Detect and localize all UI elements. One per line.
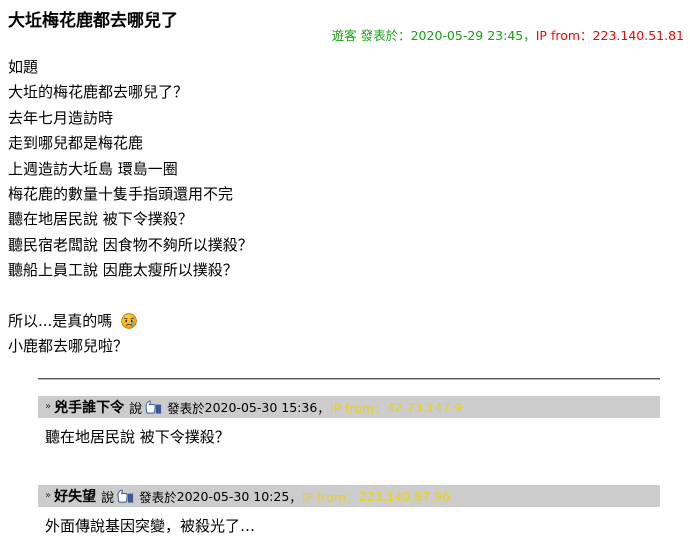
post-closing-text: 所以...是真的嗎 (8, 311, 113, 330)
post-meta-separator: ， (523, 28, 536, 43)
thumbs-up-icon[interactable] (117, 489, 134, 504)
post-line: 大坵的梅花鹿都去哪兒了？ (8, 83, 189, 102)
thumbs-up-icon[interactable] (145, 400, 162, 415)
comment-header: » 兇手誰下令 說 發表於 2020-05-30 15:36， IP from： 42… (38, 396, 660, 418)
comment-item: » 兇手誰下令 說 發表於 2020-05-30 15:36， IP from： 42… (38, 396, 660, 447)
comment-text: 外面傳說基因突變，被殺光了… (45, 517, 256, 535)
comment-item: » 好失望 說 發表於 2020-05-30 10:25， IP from： 223.… (38, 485, 660, 536)
comment-meta-separator: ， (317, 400, 330, 416)
comment-meta-separator: ， (289, 489, 302, 505)
post-line-spacer (8, 284, 668, 309)
post-ip-value: 223.140.51.81 (592, 28, 684, 43)
comment-say-label: 說 (101, 490, 115, 506)
post-line: 聽民宿老闆說 因食物不夠所以撲殺？ (8, 235, 253, 254)
post-line: 上週造訪大坵島 環島一圈 (8, 159, 178, 178)
post-closing-line: 所以...是真的嗎 (8, 309, 668, 334)
post-meta: 遊客 發表於：2020-05-29 23:45，IP from：223.140.… (332, 29, 684, 43)
post-ip-label: IP from： (535, 28, 593, 43)
page-title: 大坵梅花鹿都去哪兒了 (8, 11, 178, 31)
post-header: 大坵梅花鹿都去哪兒了 遊客 發表於：2020-05-29 23:45，IP fr… (0, 0, 690, 46)
post-line: 去年七月造訪時 (8, 108, 114, 127)
comment-ip-value: 42.73.147.9 (386, 399, 463, 415)
comment-ip-label: IP from： (329, 400, 387, 416)
post-author-label: 遊客 發表於： (331, 28, 411, 43)
comment-author[interactable]: 好失望 (54, 486, 96, 506)
comment-datetime: 2020-05-30 10:25 (176, 488, 290, 504)
comment-ip-label: IP from： (301, 489, 359, 505)
post-line: 如題 (8, 58, 39, 76)
comment-header: » 好失望 說 發表於 2020-05-30 10:25， IP from： 223.… (38, 485, 660, 507)
comment-posted-label: 發表於 (139, 489, 177, 505)
comments-divider (38, 378, 660, 380)
comment-ip-value: 223.140.87.96 (358, 488, 451, 504)
post-line: 梅花鹿的數量十隻手指頭還用不完 (8, 184, 234, 203)
post-body: 如題 大坵的梅花鹿都去哪兒了？ 去年七月造訪時 走到哪兒都是梅花鹿 上週造訪大坵… (8, 55, 668, 360)
comment-say-label: 說 (129, 401, 143, 417)
comment-posted-label: 發表於 (167, 400, 205, 416)
comment-author[interactable]: 兇手誰下令 (54, 397, 124, 417)
post-datetime: 2020-05-29 23:45 (410, 28, 524, 43)
post-line: 走到哪兒都是梅花鹿 (8, 134, 144, 153)
post-line: 聽在地居民說 被下令撲殺？ (8, 210, 193, 229)
post-line: 聽船上員工說 因鹿太瘦所以撲殺？ (8, 261, 238, 280)
comment-datetime: 2020-05-30 15:36 (204, 399, 318, 415)
comment-bullet-icon: » (45, 490, 52, 501)
crying-face-emoji (121, 312, 137, 329)
comment-bullet-icon: » (45, 401, 52, 412)
comment-text: 聽在地居民說 被下令撲殺？ (45, 428, 230, 446)
post-final-line: 小鹿都去哪兒啦？ (8, 337, 129, 356)
